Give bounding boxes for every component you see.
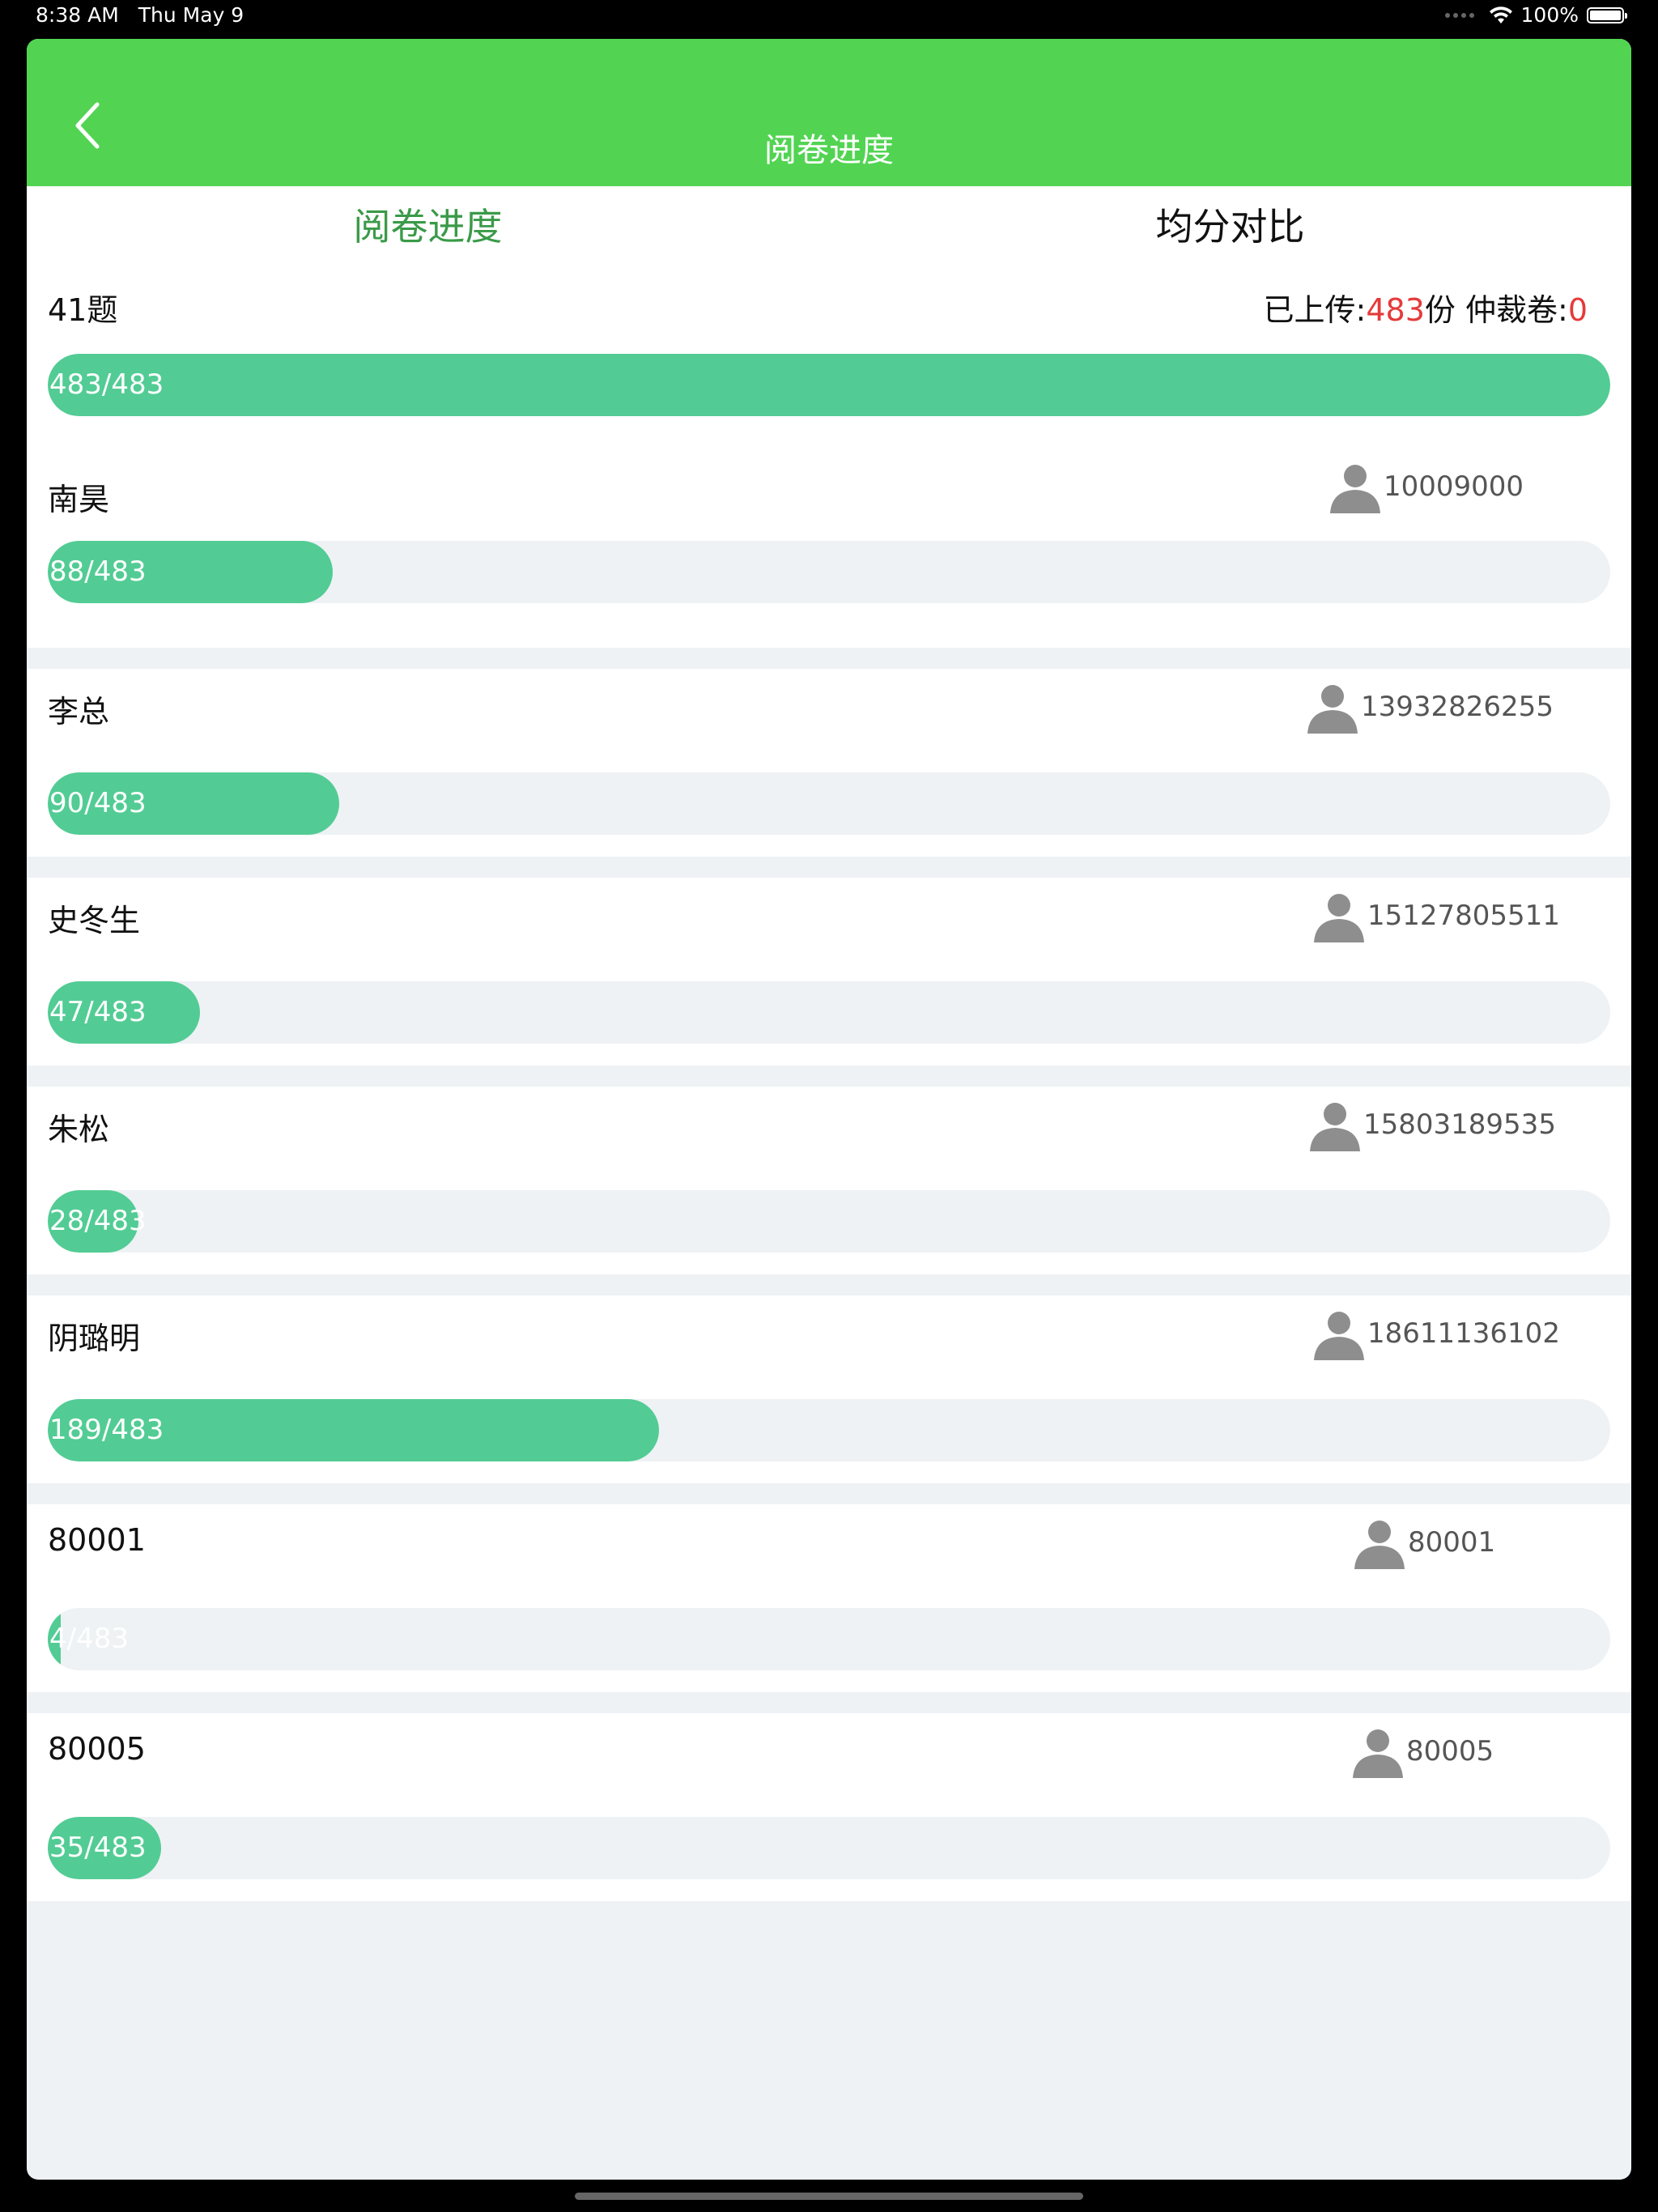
grader-progress-label: 88/483 — [49, 555, 147, 588]
uploaded-prefix: 已上传: — [1263, 292, 1367, 328]
question-summary: 41题 已上传:483份 仲裁卷:0 483/483 南昊 10009000 8… — [27, 274, 1631, 648]
question-label: 41题 — [48, 292, 118, 328]
grader-card: 80001 80001 4/483 — [27, 1504, 1631, 1692]
grader-list: 李总 13932826255 90/483 史冬生 15127805511 47/483 朱… — [27, 669, 1631, 1901]
grader-progress-label: 47/483 — [49, 996, 147, 1028]
status-date: Thu May 9 — [138, 3, 244, 27]
grader-account: 18611136102 — [1312, 1307, 1560, 1360]
status-time: 8:38 AM — [36, 3, 119, 27]
grader-progress-bar: 189/483 — [48, 1399, 1610, 1461]
grader-progress-bar: 35/483 — [48, 1817, 1610, 1879]
grader-progress-label: 28/483 — [49, 1205, 147, 1237]
grader-name: 史冬生 — [48, 903, 141, 938]
page-title: 阅卷进度 — [764, 132, 894, 169]
user-avatar-icon — [1314, 894, 1364, 942]
battery-percent: 100% — [1520, 3, 1579, 27]
grader-progress-label: 189/483 — [49, 1414, 164, 1446]
status-bar: 8:38 AM Thu May 9 100% — [0, 0, 1658, 34]
grader-progress-label: 90/483 — [49, 787, 147, 819]
wifi-icon — [1489, 6, 1512, 23]
grader-account-text: 80005 — [1406, 1735, 1494, 1767]
user-avatar-icon — [1353, 1729, 1403, 1778]
upload-stats: 已上传:483份 仲裁卷:0 — [1264, 285, 1588, 330]
uploaded-suffix: 份 — [1424, 292, 1456, 328]
grader-name: 南昊 — [48, 482, 110, 517]
user-avatar-icon — [1310, 1103, 1360, 1151]
grader-progress-label: 35/483 — [49, 1831, 147, 1864]
user-avatar-icon — [1314, 1312, 1364, 1360]
grader-account: 10009000 — [1329, 460, 1524, 513]
grader-name: 李总 — [48, 694, 110, 730]
user-avatar-icon — [1330, 465, 1380, 513]
app-window: 阅卷进度 阅卷进度 均分对比 41题 已上传:483份 仲裁卷:0 483/48… — [27, 39, 1631, 2180]
grader-progress-label: 4/483 — [49, 1623, 129, 1655]
grader-account: 15803189535 — [1308, 1098, 1556, 1151]
user-avatar-icon — [1307, 685, 1358, 734]
uploaded-count: 483 — [1366, 292, 1425, 328]
grader-account-text: 18611136102 — [1367, 1317, 1560, 1350]
home-indicator[interactable] — [575, 2193, 1083, 2200]
grader-name: 80001 — [48, 1522, 146, 1558]
grader-account-text: 80001 — [1408, 1526, 1496, 1559]
grader-account-text: 10009000 — [1384, 470, 1524, 503]
grader-progress-bar: 88/483 — [48, 541, 1610, 603]
grader-card: 史冬生 15127805511 47/483 — [27, 878, 1631, 1066]
grader-account-text: 15127805511 — [1367, 900, 1560, 932]
grader-account-text: 15803189535 — [1363, 1108, 1556, 1141]
grader-card: 80005 80005 35/483 — [27, 1713, 1631, 1901]
grader-progress-bar: 90/483 — [48, 772, 1610, 835]
grader-card: 阴璐明 18611136102 189/483 — [27, 1295, 1631, 1483]
tab-marking-progress[interactable]: 阅卷进度 — [27, 186, 829, 274]
signal-icon — [1444, 12, 1474, 18]
grader-name: 阴璐明 — [48, 1321, 141, 1356]
grader-account: 80001 — [1353, 1516, 1495, 1569]
arbitration-count: 0 — [1567, 292, 1588, 328]
tab-average-comparison[interactable]: 均分对比 — [829, 186, 1631, 274]
arbitration-prefix: 仲裁卷: — [1465, 292, 1568, 328]
total-progress-label: 483/483 — [49, 368, 164, 401]
grader-name: 80005 — [48, 1731, 146, 1767]
total-progress-bar: 483/483 — [48, 354, 1610, 416]
tab-bar: 阅卷进度 均分对比 — [27, 186, 1631, 274]
grader-progress-bar: 47/483 — [48, 981, 1610, 1044]
total-progress-fill — [48, 354, 1610, 416]
grader-card: 李总 13932826255 90/483 — [27, 669, 1631, 857]
grader-card: 朱松 15803189535 28/483 — [27, 1087, 1631, 1274]
battery-icon — [1587, 6, 1627, 23]
grader-account: 13932826255 — [1306, 680, 1554, 734]
nav-bar: 阅卷进度 — [27, 39, 1631, 186]
grader-account-text: 13932826255 — [1361, 691, 1554, 723]
grader-name: 朱松 — [48, 1112, 110, 1147]
grader-account: 80005 — [1351, 1725, 1494, 1778]
grader-progress-bar: 28/483 — [48, 1190, 1610, 1253]
grader-account: 15127805511 — [1312, 889, 1560, 942]
user-avatar-icon — [1354, 1521, 1405, 1569]
grader-progress-bar: 4/483 — [48, 1608, 1610, 1670]
